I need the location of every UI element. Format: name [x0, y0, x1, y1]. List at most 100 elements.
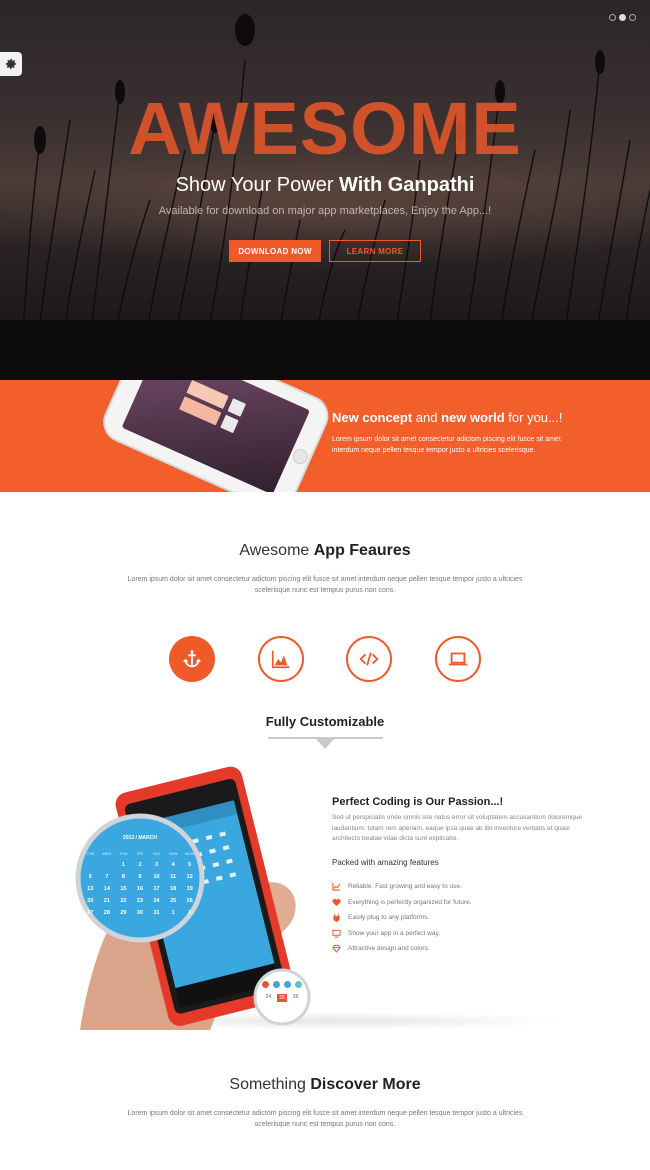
calendar-date[interactable]: 18 — [165, 886, 182, 892]
band-title-light: and — [412, 410, 442, 425]
slider-dot[interactable] — [629, 14, 636, 21]
discover-title: Something Discover More — [0, 1076, 650, 1094]
feature-icons — [0, 636, 650, 682]
calendar-date[interactable]: 7 — [99, 874, 116, 880]
hero-section: AWESOME Show Your Power With Ganpathi Av… — [0, 0, 650, 380]
passion-title: Perfect Coding is Our Passion...! — [332, 796, 504, 808]
download-now-button[interactable]: DOWNLOAD NOW — [229, 240, 321, 262]
zoom-bubble-dates: 24 25 26 — [257, 994, 307, 1002]
calendar-date[interactable]: 24 — [148, 898, 165, 904]
slider-dots — [609, 14, 636, 21]
feature-laptop-button[interactable] — [435, 636, 481, 682]
calendar-date[interactable]: 10 — [148, 874, 165, 880]
calendar-date[interactable]: 31 — [148, 910, 165, 916]
chart-line-icon — [332, 882, 341, 891]
feature-list: Reliable, Fast growing and easy to use. … — [332, 879, 472, 957]
calendar-date[interactable]: 23 — [132, 898, 149, 904]
discover-text: Lorem ipsum dolor sit amet consectetur a… — [127, 1110, 523, 1128]
slider-dot[interactable] — [609, 14, 616, 21]
calendar-date[interactable]: 21 — [99, 898, 116, 904]
list-item: Attractive design and colors. — [332, 941, 472, 957]
calendar-date[interactable]: 15 — [115, 886, 132, 892]
weekday: THU — [119, 851, 128, 856]
calendar-date[interactable]: 1 — [115, 862, 132, 868]
band-title-bold: new world — [441, 410, 505, 425]
list-item: Reliable, Fast growing and easy to use. — [332, 879, 472, 895]
band-title-bold: New concept — [332, 410, 413, 425]
calendar-date[interactable]: 8 — [115, 874, 132, 880]
weekday: MON — [185, 851, 195, 856]
calendar-date[interactable]: 25 — [165, 898, 182, 904]
list-item: Easily plug to any platforms. — [332, 910, 472, 926]
chart-icon — [271, 650, 290, 669]
list-item-text: Everything is perfectly organized for fu… — [348, 898, 472, 906]
learn-more-button[interactable]: LEARN MORE — [329, 240, 421, 262]
phone-illustration: 2013 / MARCH TUE WED THU FRI SAT SUN MON… — [70, 765, 330, 1030]
calendar-date[interactable]: 3 — [148, 862, 165, 868]
feature-chart-button[interactable] — [258, 636, 304, 682]
feature-code-button[interactable] — [346, 636, 392, 682]
calendar-zoom: 2013 / MARCH TUE WED THU FRI SAT SUN MON… — [82, 823, 198, 933]
weekday: TUE — [86, 851, 95, 856]
calendar-date[interactable]: 2 — [181, 910, 198, 916]
calendar-date[interactable]: 26 — [181, 898, 198, 904]
features-title-light: Awesome — [239, 542, 314, 559]
monitor-icon — [332, 929, 341, 938]
calendar-weekdays: TUE WED THU FRI SAT SUN MON — [82, 851, 198, 856]
hero-description: Available for download on major app mark… — [158, 205, 492, 217]
heart-icon — [332, 898, 341, 907]
calendar-date[interactable]: 1 — [165, 910, 182, 916]
zoom-date[interactable]: 24 — [266, 994, 272, 1002]
features-title: Awesome App Feaures — [0, 542, 650, 560]
zoom-date[interactable]: 26 — [293, 994, 299, 1002]
calendar-date[interactable]: 19 — [181, 886, 198, 892]
calendar-date[interactable]: 28 — [99, 910, 116, 916]
calendar-date[interactable]: 20 — [82, 898, 99, 904]
calendar-date[interactable] — [99, 862, 116, 868]
calendar-date[interactable]: 13 — [82, 886, 99, 892]
calendar-date[interactable]: 27 — [82, 910, 99, 916]
band-phone-image — [103, 380, 329, 492]
discover-title-light: Something — [229, 1076, 311, 1093]
list-item-text: Easily plug to any platforms. — [348, 914, 430, 922]
calendar-date[interactable]: 9 — [132, 874, 149, 880]
list-item: Everything is perfectly organized for fu… — [332, 895, 472, 911]
plug-icon — [332, 913, 341, 923]
calendar-date[interactable]: 16 — [132, 886, 149, 892]
slider-dot-active[interactable] — [619, 14, 626, 21]
settings-toggle[interactable] — [0, 52, 22, 76]
calendar-date[interactable]: 22 — [115, 898, 132, 904]
calendar-date[interactable]: 6 — [82, 874, 99, 880]
calendar-date[interactable] — [82, 862, 99, 868]
calendar-date[interactable]: 29 — [115, 910, 132, 916]
list-item-text: Attractive design and colors. — [348, 945, 430, 953]
calendar-header: 2013 / MARCH — [123, 835, 157, 841]
list-item-text: Show your app in a perfect way. — [348, 929, 441, 937]
calendar-date[interactable]: 5 — [181, 862, 198, 868]
calendar-date[interactable]: 17 — [148, 886, 165, 892]
hero-buttons: DOWNLOAD NOW LEARN MORE — [0, 240, 650, 262]
list-item-text: Reliable, Fast growing and easy to use. — [348, 883, 462, 891]
weekday: FRI — [136, 851, 144, 856]
band-text: Lorem ipsum dolor sit amet consectetur a… — [332, 436, 561, 454]
feature-anchor-button[interactable] — [169, 636, 215, 682]
concept-band: New concept and new world for you...! Lo… — [0, 380, 650, 492]
color-dot — [273, 981, 280, 988]
calendar-date[interactable]: 2 — [132, 862, 149, 868]
zoom-date-selected[interactable]: 25 — [277, 994, 287, 1002]
anchor-icon — [183, 650, 201, 668]
features-text: Lorem ipsum dolor sit amet consectetur a… — [127, 576, 523, 594]
band-title: New concept and new world for you...! — [332, 410, 562, 425]
features-title-bold: App Feaures — [313, 542, 411, 559]
diamond-icon — [332, 944, 341, 954]
calendar-date[interactable]: 11 — [165, 874, 182, 880]
calendar-date[interactable]: 30 — [132, 910, 149, 916]
calendar-date[interactable]: 12 — [181, 874, 198, 880]
calendar-date[interactable]: 4 — [165, 862, 182, 868]
laptop-icon — [448, 652, 468, 666]
calendar-date[interactable]: 14 — [99, 886, 116, 892]
code-icon — [359, 652, 379, 666]
color-dot — [262, 981, 269, 988]
hero-subtitle-light: Show Your Power — [175, 174, 340, 196]
color-dot — [295, 981, 302, 988]
